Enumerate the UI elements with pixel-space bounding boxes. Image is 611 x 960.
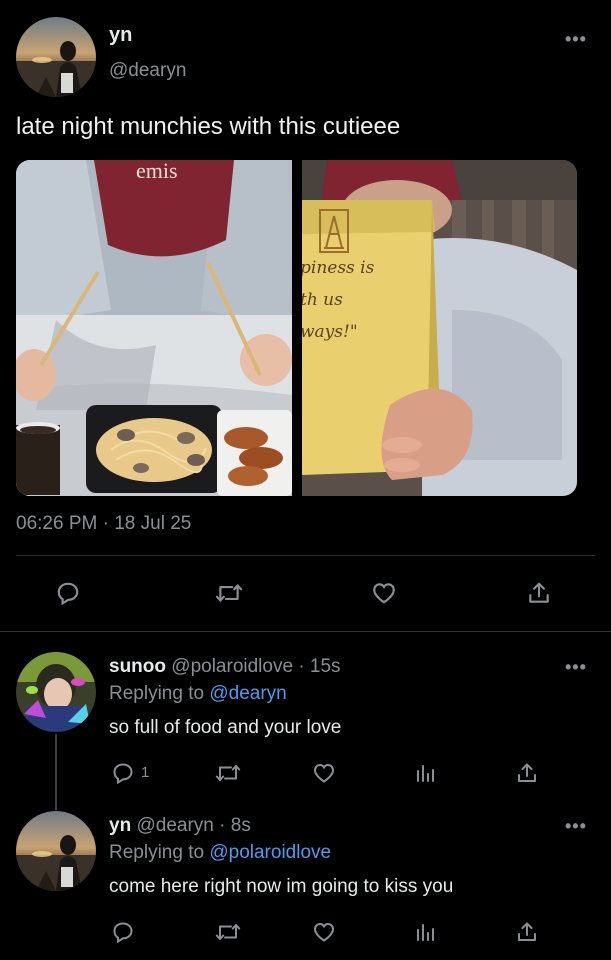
reply-icon[interactable] — [108, 917, 138, 947]
replying-to: Replying to @dearyn — [109, 683, 287, 705]
reply-time[interactable]: · 8s — [219, 815, 251, 836]
bag-text-line1: piness is — [302, 258, 375, 278]
reply-author-name[interactable]: yn — [109, 815, 131, 836]
author-avatar[interactable] — [16, 17, 96, 97]
analytics-icon[interactable] — [410, 758, 440, 788]
divider — [16, 555, 595, 556]
more-options-icon[interactable]: ••• — [565, 30, 587, 48]
food-photo[interactable]: emis — [16, 160, 292, 496]
bag-photo[interactable]: piness is th us ways!" — [302, 160, 577, 496]
like-icon[interactable] — [309, 758, 339, 788]
reply-author-name[interactable]: sunoo — [109, 656, 166, 677]
retweet-icon[interactable] — [213, 917, 243, 947]
retweet-icon[interactable] — [214, 578, 244, 608]
replying-to-label: Replying to — [109, 842, 205, 863]
author-handle[interactable]: @dearyn — [109, 60, 186, 82]
tweet-timestamp[interactable]: 06:26 PM · 18 Jul 25 — [16, 513, 191, 535]
reply-icon[interactable] — [108, 758, 138, 788]
reply-text: so full of food and your love — [109, 717, 342, 738]
tweet-detail-page: yn @dearyn ••• late night munchies with … — [0, 0, 611, 960]
divider — [0, 631, 611, 632]
reply-header: sunoo @polaroidlove · 15s — [109, 656, 341, 678]
more-options-icon[interactable]: ••• — [565, 817, 587, 835]
more-options-icon[interactable]: ••• — [565, 658, 587, 676]
reply-text: come here right now im going to kiss you — [109, 876, 454, 897]
reply-time[interactable]: · 15s — [298, 656, 340, 677]
reply-icon[interactable] — [53, 578, 83, 608]
tweet-media[interactable]: emis piness is th us ways!" — [16, 160, 577, 496]
reply-count: 1 — [141, 764, 150, 781]
bag-text-line3: ways!" — [302, 322, 358, 342]
author-name[interactable]: yn — [109, 24, 132, 47]
reply-avatar[interactable] — [16, 652, 96, 732]
share-icon[interactable] — [512, 917, 542, 947]
reply-author-handle[interactable]: @dearyn — [136, 815, 213, 836]
share-icon[interactable] — [512, 758, 542, 788]
reply-avatar[interactable] — [16, 811, 96, 891]
reply-author-handle[interactable]: @polaroidlove — [171, 656, 293, 677]
like-icon[interactable] — [369, 578, 399, 608]
cap-text: emis — [136, 160, 178, 183]
replying-to: Replying to @polaroidlove — [109, 842, 331, 864]
like-icon[interactable] — [309, 917, 339, 947]
replying-to-handle[interactable]: @dearyn — [209, 683, 286, 704]
replying-to-label: Replying to — [109, 683, 205, 704]
retweet-icon[interactable] — [213, 758, 243, 788]
thread-line — [55, 734, 57, 810]
replying-to-handle[interactable]: @polaroidlove — [209, 842, 331, 863]
reply-header: yn @dearyn · 8s — [109, 815, 251, 837]
share-icon[interactable] — [524, 578, 554, 608]
bag-text-line2: th us — [302, 290, 343, 310]
tweet-text: late night munchies with this cutieee — [16, 113, 401, 140]
analytics-icon[interactable] — [410, 917, 440, 947]
